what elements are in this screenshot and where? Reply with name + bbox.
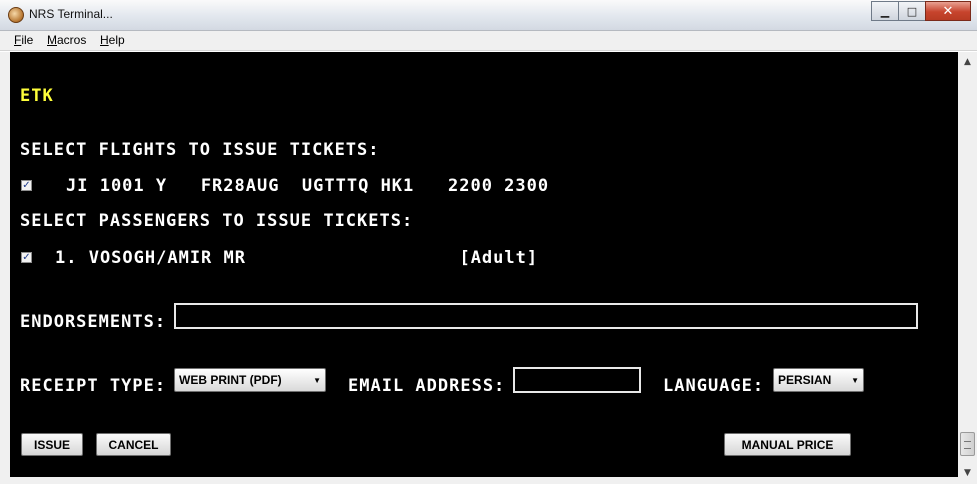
bottom-frame	[0, 477, 958, 484]
scrollbar-thumb[interactable]	[960, 432, 975, 456]
menu-bar: File Macros Help	[0, 31, 977, 51]
screen-header: ETK	[20, 86, 54, 106]
flights-heading: SELECT FLIGHTS TO ISSUE TICKETS:	[20, 140, 380, 160]
left-frame	[0, 52, 10, 477]
menu-file[interactable]: File	[14, 33, 33, 47]
menu-macros[interactable]: Macros	[47, 33, 86, 47]
email-address-label: EMAIL ADDRESS:	[348, 376, 506, 396]
chevron-down-icon: ▼	[313, 375, 321, 385]
close-icon: ✕	[942, 3, 954, 19]
close-button[interactable]: ✕	[925, 1, 971, 21]
scroll-up-icon[interactable]: ▲	[961, 55, 974, 68]
window-controls: ▁ □ ✕	[871, 1, 971, 21]
minimize-button[interactable]: ▁	[871, 1, 899, 21]
receipt-type-label: RECEIPT TYPE:	[20, 376, 167, 396]
minimize-icon: ▁	[880, 4, 890, 18]
language-label: LANGUAGE:	[663, 376, 765, 396]
language-select[interactable]: PERSIAN ▼	[773, 368, 864, 392]
title-bar: NRS Terminal... ▁ □ ✕	[0, 0, 977, 31]
window-title: NRS Terminal...	[29, 7, 113, 21]
chevron-down-icon: ▼	[851, 375, 859, 385]
issue-button[interactable]: ISSUE	[21, 433, 83, 456]
check-icon: ✓	[22, 251, 31, 263]
check-icon: ✓	[22, 179, 31, 191]
flight-segment-line: JI 1001 Y FR28AUG UGTTTQ HK1 2200 2300	[66, 176, 550, 196]
manual-price-button[interactable]: MANUAL PRICE	[724, 433, 851, 456]
app-icon	[8, 7, 24, 23]
maximize-button[interactable]: □	[898, 1, 926, 21]
scroll-down-icon[interactable]: ▼	[961, 466, 974, 479]
flight-checkbox[interactable]: ✓	[21, 180, 32, 191]
receipt-type-select[interactable]: WEB PRINT (PDF) ▼	[174, 368, 326, 392]
cancel-button[interactable]: CANCEL	[96, 433, 171, 456]
menu-help[interactable]: Help	[100, 33, 125, 47]
language-value: PERSIAN	[778, 373, 832, 387]
passenger-checkbox[interactable]: ✓	[21, 252, 32, 263]
vertical-scrollbar[interactable]	[958, 52, 977, 484]
email-address-field[interactable]	[513, 367, 641, 393]
passenger-line: 1. VOSOGH/AMIR MR [Adult]	[55, 248, 539, 268]
maximize-icon: □	[906, 4, 918, 18]
endorsements-label: ENDORSEMENTS:	[20, 312, 167, 332]
passengers-heading: SELECT PASSENGERS TO ISSUE TICKETS:	[20, 211, 414, 231]
endorsements-field[interactable]	[174, 303, 918, 329]
receipt-type-value: WEB PRINT (PDF)	[179, 373, 282, 387]
